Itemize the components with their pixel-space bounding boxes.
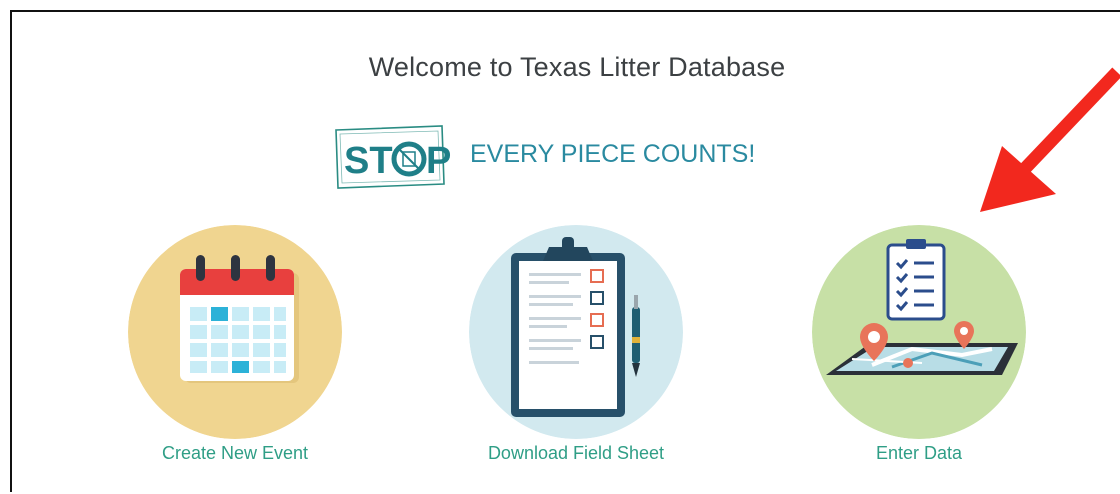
calendar-icon[interactable] [128, 225, 342, 439]
page-title: Welcome to Texas Litter Database [368, 52, 786, 82]
map-checklist-icon[interactable] [812, 225, 1026, 439]
logo-slogan: EVERY PIECE COUNTS! [470, 140, 755, 168]
download-field-sheet-link[interactable]: Download Field Sheet [456, 443, 696, 464]
create-new-event-link[interactable]: Create New Event [115, 443, 355, 464]
red-arrow-icon [980, 67, 1120, 212]
clipboard-icon[interactable] [469, 225, 683, 439]
enter-data-link[interactable]: Enter Data [799, 443, 1039, 464]
stop-o-icon [391, 141, 427, 177]
page-frame: Welcome to Texas Litter Database ST P EV… [10, 10, 1120, 492]
card-create-new-event[interactable]: Create New Event [115, 225, 355, 475]
stop-text-start: ST [344, 140, 393, 182]
stop-text-end: P [426, 140, 451, 182]
card-enter-data[interactable]: Enter Data [799, 225, 1039, 475]
card-download-field-sheet[interactable]: Download Field Sheet [456, 225, 696, 475]
stop-logo: ST P EVERY PIECE COUNTS! [335, 125, 755, 189]
